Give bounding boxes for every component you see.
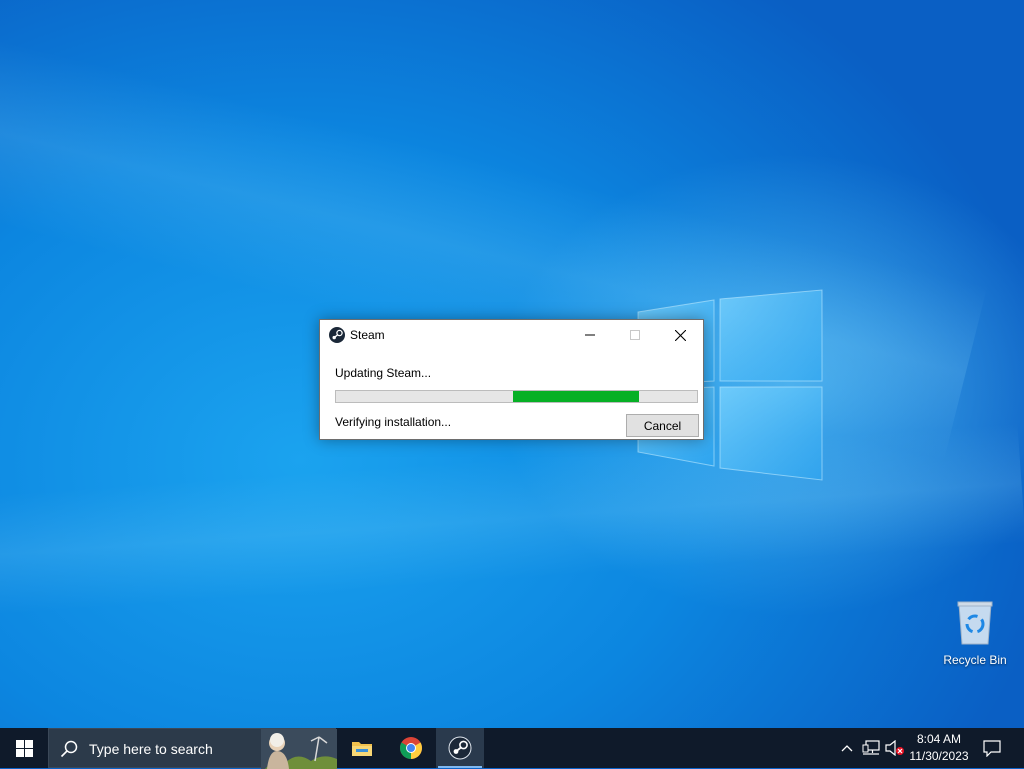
notification-icon xyxy=(983,739,1001,757)
windows-logo-icon xyxy=(15,739,33,757)
recycle-bin-icon xyxy=(957,601,993,645)
maximize-icon xyxy=(630,330,640,340)
clock-date: 11/30/2023 xyxy=(909,749,969,763)
maximize-button xyxy=(612,320,658,350)
taskbar-search-box[interactable]: Type here to search xyxy=(48,728,337,769)
search-icon xyxy=(60,740,78,758)
search-placeholder: Type here to search xyxy=(89,741,213,757)
tray-overflow-button[interactable] xyxy=(838,728,856,768)
close-button[interactable] xyxy=(657,320,703,350)
minimize-button[interactable] xyxy=(567,320,613,350)
dialog-title: Steam xyxy=(350,328,385,342)
clock-time: 8:04 AM xyxy=(916,732,962,746)
wallpaper-light-beam xyxy=(0,423,1024,620)
volume-muted-icon xyxy=(885,740,904,756)
taskbar-file-explorer[interactable] xyxy=(338,728,386,768)
update-detail-text: Verifying installation... xyxy=(335,415,452,429)
recycle-bin-label: Recycle Bin xyxy=(943,653,1007,667)
chevron-up-icon xyxy=(841,745,853,752)
taskbar-steam[interactable] xyxy=(436,728,484,768)
update-status-text: Updating Steam... xyxy=(335,366,432,380)
progress-fill xyxy=(512,391,640,402)
action-center-button[interactable] xyxy=(976,728,1008,768)
steam-icon xyxy=(329,327,345,343)
close-icon xyxy=(674,329,686,341)
recycle-bin-shortcut[interactable]: Recycle Bin xyxy=(940,600,1010,667)
search-highlight-illustration xyxy=(261,729,337,769)
tray-volume-button[interactable] xyxy=(884,728,906,768)
tray-network-button[interactable] xyxy=(860,728,882,768)
dialog-titlebar[interactable]: Steam xyxy=(320,320,703,350)
folder-icon xyxy=(352,742,372,756)
taskbar: Type here to search 8:04 AM 11/30/2023 xyxy=(0,728,1024,769)
network-icon xyxy=(862,740,880,755)
chrome-icon xyxy=(400,737,422,759)
cancel-button[interactable]: Cancel xyxy=(626,414,699,437)
minimize-icon xyxy=(585,334,595,336)
taskbar-clock[interactable]: 8:04 AM 11/30/2023 xyxy=(906,731,972,765)
taskbar-chrome[interactable] xyxy=(387,728,435,768)
steam-icon xyxy=(448,736,472,760)
update-progress-bar xyxy=(335,390,698,403)
start-button[interactable] xyxy=(0,728,48,768)
steam-update-dialog: Steam Updating Steam... Verifying instal… xyxy=(319,319,704,440)
